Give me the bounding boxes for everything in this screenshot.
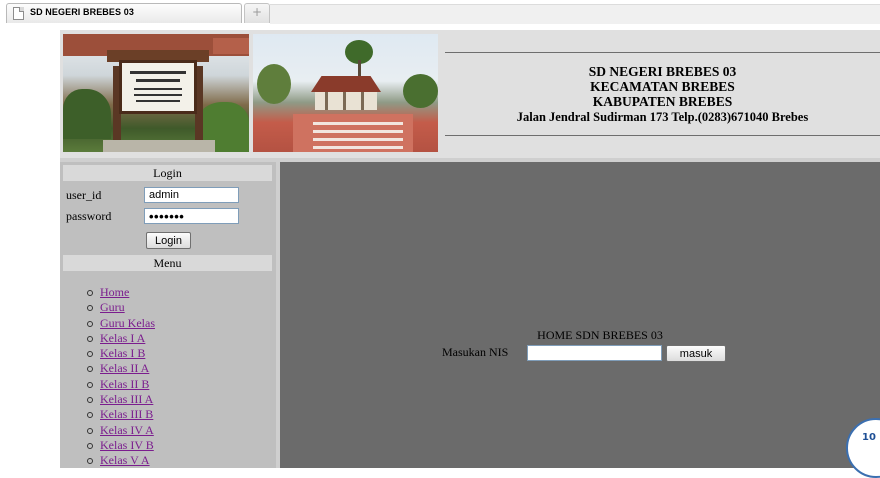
menu-link-kelas-3a[interactable]: Kelas III A xyxy=(100,392,153,406)
menu-link-kelas-4b[interactable]: Kelas IV B xyxy=(100,438,154,452)
browser-tab[interactable]: SD NEGERI BREBES 03 xyxy=(6,3,242,23)
menu-link-guru[interactable]: Guru xyxy=(100,300,125,314)
regency-name: KABUPATEN BREBES xyxy=(592,94,733,109)
menu-item-kelas-4a: Kelas IV A xyxy=(85,423,155,438)
nis-input[interactable] xyxy=(527,345,662,361)
nis-label: Masukan NIS xyxy=(442,345,509,359)
menu-link-kelas-5a[interactable]: Kelas V A xyxy=(100,453,150,467)
menu-heading: Menu xyxy=(63,255,272,271)
menu-link-kelas-1b[interactable]: Kelas I B xyxy=(100,346,145,360)
menu-link-kelas-4a[interactable]: Kelas IV A xyxy=(100,423,154,437)
user-id-label: user_id xyxy=(66,188,102,202)
menu-link-kelas-2b[interactable]: Kelas II B xyxy=(100,377,149,391)
header-banner: SD NEGERI BREBES 03 KECAMATAN BREBES KAB… xyxy=(60,30,880,158)
menu-item-kelas-1b: Kelas I B xyxy=(85,346,155,361)
school-address: Jalan Jendral Sudirman 173 Telp.(0283)67… xyxy=(516,110,809,124)
school-name: SD NEGERI BREBES 03 xyxy=(588,64,737,79)
main-content: HOME SDN BREBES 03 Masukan NIS masuk xyxy=(280,162,880,468)
password-input[interactable] xyxy=(144,208,239,224)
menu-link-kelas-2a[interactable]: Kelas II A xyxy=(100,361,149,375)
menu-item-kelas-3b: Kelas III B xyxy=(85,407,155,422)
password-label: password xyxy=(66,209,112,223)
district-name: KECAMATAN BREBES xyxy=(590,79,735,94)
menu-item-kelas-3a: Kelas III A xyxy=(85,392,155,407)
user-id-input[interactable] xyxy=(144,187,239,203)
browser-tab-bar: SD NEGERI BREBES 03 + xyxy=(0,0,880,24)
menu-item-kelas-4b: Kelas IV B xyxy=(85,438,155,453)
menu-link-guru-kelas[interactable]: Guru Kelas xyxy=(100,316,155,330)
menu-item-kelas-2b: Kelas II B xyxy=(85,377,155,392)
menu-item-guru: Guru xyxy=(85,300,155,315)
badge-text: 10 xyxy=(862,432,876,443)
school-sign-photo xyxy=(63,34,249,152)
menu-item-kelas-1a: Kelas I A xyxy=(85,331,155,346)
plus-icon: + xyxy=(251,5,263,19)
school-title-block: SD NEGERI BREBES 03 KECAMATAN BREBES KAB… xyxy=(445,52,880,136)
menu-link-home[interactable]: Home xyxy=(100,285,129,299)
tab-strip-filler xyxy=(270,4,880,24)
tab-title: SD NEGERI BREBES 03 xyxy=(30,7,134,17)
menu-item-guru-kelas: Guru Kelas xyxy=(85,316,155,331)
login-button[interactable]: Login xyxy=(146,232,191,249)
menu-item-kelas-2a: Kelas II A xyxy=(85,361,155,376)
page-icon xyxy=(13,7,24,20)
masuk-button[interactable]: masuk xyxy=(666,345,726,362)
school-building-photo xyxy=(253,34,438,152)
menu-item-home: Home xyxy=(85,285,155,300)
menu-link-kelas-3b[interactable]: Kelas III B xyxy=(100,407,153,421)
menu-item-kelas-5a: Kelas V A xyxy=(85,453,155,468)
page-title: HOME SDN BREBES 03 xyxy=(537,328,663,342)
nav-menu: Home Guru Guru Kelas Kelas I A Kelas I B… xyxy=(85,285,155,469)
menu-link-kelas-1a[interactable]: Kelas I A xyxy=(100,331,145,345)
new-tab-button[interactable]: + xyxy=(244,3,270,23)
sidebar: Login user_id password Login Menu Home G… xyxy=(60,162,276,468)
login-heading: Login xyxy=(63,165,272,181)
school-website: SD NEGERI BREBES 03 KECAMATAN BREBES KAB… xyxy=(60,30,880,468)
